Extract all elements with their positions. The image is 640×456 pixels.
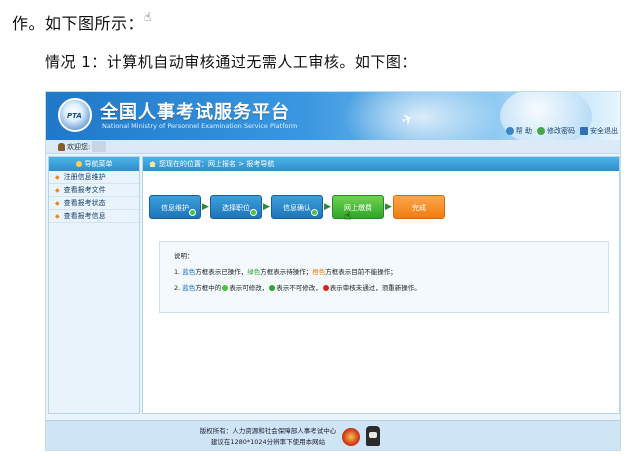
site-footer: 版权所有：人力资源和社会保障部人事考试中心 建议在1280*1024分辨率下使用… bbox=[46, 420, 620, 450]
site-logo: PTA bbox=[58, 98, 92, 132]
sidebar-item-exam-files[interactable]: ◆ 查看报考文件 bbox=[49, 184, 139, 197]
instructions-line-1: 1. 蓝色方框表示已操作，绿色方框表示待操作；橙色方框表示目前不能操作； bbox=[174, 268, 397, 276]
check-icon bbox=[311, 209, 318, 216]
logout-link[interactable]: 安全退出 bbox=[580, 126, 618, 136]
help-icon bbox=[505, 127, 514, 135]
screenshot-window: PTA 全国人事考试服务平台 National Ministry of Pers… bbox=[45, 91, 621, 451]
step-finish-button: 完成 bbox=[393, 195, 445, 219]
step-online-payment-button[interactable]: 网上缴费 bbox=[332, 195, 384, 219]
site-subtitle: National Ministry of Personnel Examinati… bbox=[102, 122, 298, 130]
hand-cursor-icon: ☝ bbox=[344, 209, 352, 223]
arrow-right-icon: ▶ bbox=[324, 202, 331, 212]
key-icon bbox=[537, 127, 545, 135]
bullet-icon: ◆ bbox=[55, 187, 60, 194]
locked-icon bbox=[269, 285, 276, 291]
footer-text: 版权所有：人力资源和社会保障部人事考试中心 建议在1280*1024分辨率下使用… bbox=[199, 427, 337, 446]
help-link[interactable]: 帮 助 bbox=[505, 126, 532, 136]
top-links: 帮 助 修改密码 安全退出 bbox=[505, 126, 618, 136]
site-banner: PTA 全国人事考试服务平台 National Ministry of Pers… bbox=[46, 92, 620, 162]
bullet-icon: ◆ bbox=[55, 213, 60, 220]
instructions-box: 说明： 1. 蓝色方框表示已操作，绿色方框表示待操作；橙色方框表示目前不能操作；… bbox=[159, 241, 609, 313]
sidebar-item-register-info[interactable]: ◆ 注册信息维护 bbox=[49, 171, 139, 184]
globe-icon bbox=[500, 92, 592, 146]
bullet-icon: ◆ bbox=[55, 200, 60, 207]
sidebar-title: 导航菜单 bbox=[49, 157, 139, 171]
pointer-cursor-icon: ☝ bbox=[144, 10, 152, 24]
instructions-title: 说明： bbox=[174, 252, 194, 260]
change-password-link[interactable]: 修改密码 bbox=[537, 126, 575, 136]
sidebar-item-exam-info[interactable]: ◆ 查看报考信息 bbox=[49, 210, 139, 223]
breadcrumb: 您现在的位置：网上报名 > 报考导航 bbox=[143, 157, 619, 171]
menu-icon bbox=[75, 161, 82, 167]
site-title: 全国人事考试服务平台 bbox=[100, 102, 290, 123]
police-badge-icon[interactable] bbox=[342, 428, 360, 446]
step-info-confirm-button[interactable]: 信息确认 bbox=[271, 195, 323, 219]
rejected-icon bbox=[322, 285, 329, 291]
bullet-icon: ◆ bbox=[55, 174, 60, 181]
home-icon bbox=[149, 161, 156, 167]
arrow-right-icon: ▶ bbox=[385, 202, 392, 212]
cyber-police-icon[interactable] bbox=[366, 426, 380, 446]
user-icon bbox=[58, 142, 65, 151]
arrow-right-icon: ▶ bbox=[263, 202, 270, 212]
main-panel: 您现在的位置：网上报名 > 报考导航 信息维护 ▶ 选择职位 ▶ 信息确认 ▶ … bbox=[142, 156, 620, 414]
editable-icon bbox=[222, 285, 229, 291]
arrow-right-icon: ▶ bbox=[202, 202, 209, 212]
document-text-line-1: 作。如下图所示：☝ bbox=[12, 10, 152, 33]
logo-text: PTA bbox=[67, 112, 82, 120]
check-icon bbox=[189, 209, 196, 216]
check-icon bbox=[250, 209, 257, 216]
nav-sidebar: 导航菜单 ◆ 注册信息维护 ◆ 查看报考文件 ◆ 查看报考状态 ◆ 查看报考信息 bbox=[48, 156, 140, 414]
sidebar-item-exam-status[interactable]: ◆ 查看报考状态 bbox=[49, 197, 139, 210]
document-text-line-2: 情况 1：计算机自动审核通过无需人工审核。如下图： bbox=[45, 53, 417, 71]
welcome-text: 欢迎您: bbox=[58, 141, 107, 152]
welcome-bar: 欢迎您: bbox=[46, 140, 620, 154]
user-name-redacted bbox=[92, 141, 107, 152]
step-info-maintain-button[interactable]: 信息维护 bbox=[149, 195, 201, 219]
step-select-position-button[interactable]: 选择职位 bbox=[210, 195, 262, 219]
instructions-line-2: 2. 蓝色方框中的 表示可修改， 表示不可修改， 表示审核未通过，须重新操作。 bbox=[174, 284, 421, 292]
step-flow: 信息维护 ▶ 选择职位 ▶ 信息确认 ▶ 网上缴费 ▶ 完成 bbox=[149, 195, 445, 219]
logout-icon bbox=[580, 127, 588, 135]
